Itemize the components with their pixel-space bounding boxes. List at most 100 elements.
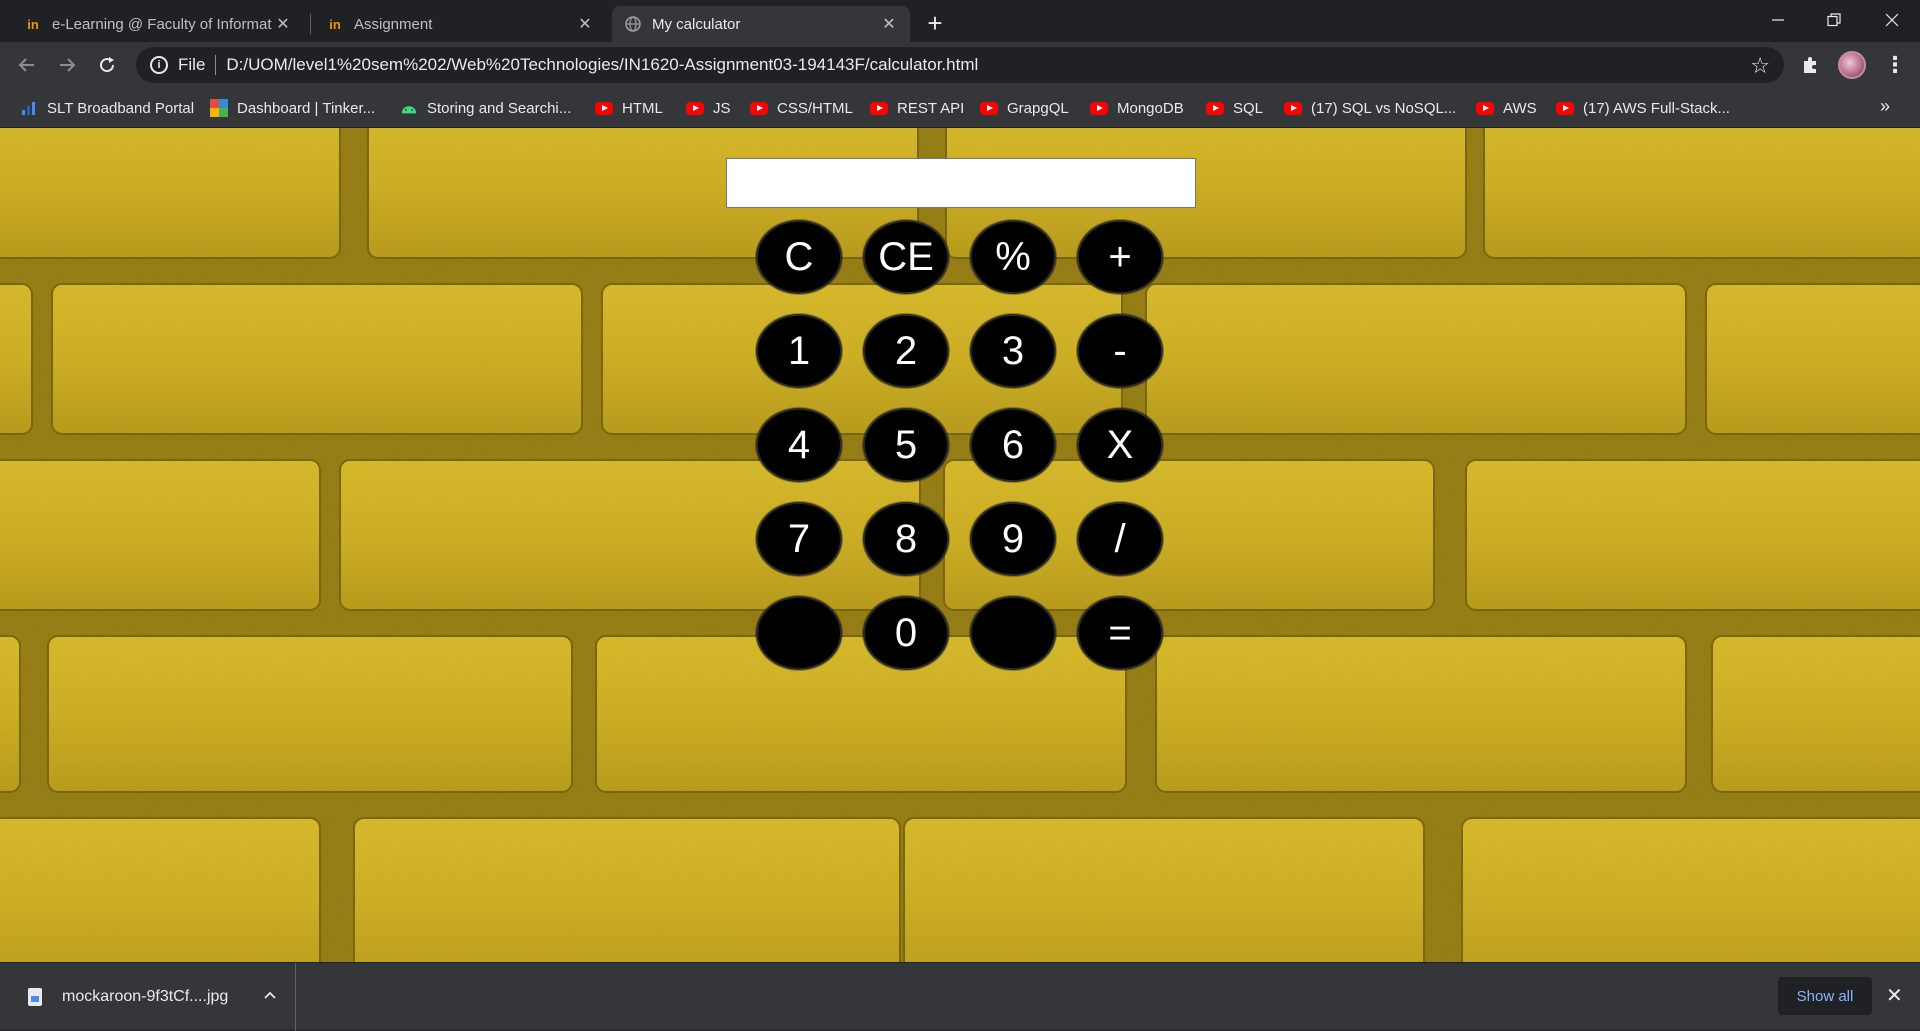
youtube-icon — [1476, 100, 1494, 116]
key-clear[interactable]: C — [756, 220, 842, 294]
bookmark-label: SQL — [1233, 99, 1264, 117]
youtube-icon — [870, 100, 888, 116]
bookmark-aws-full-stack[interactable]: (17) AWS Full-Stack... — [1556, 96, 1730, 120]
youtube-icon — [1556, 100, 1574, 116]
bookmark-sql[interactable]: SQL — [1206, 96, 1263, 120]
yellow-brick-wall-background — [0, 128, 1920, 962]
bookmark-mongodb[interactable]: MongoDB — [1090, 96, 1184, 120]
bookmark-label: SLT Broadband Portal — [47, 99, 195, 117]
image-file-icon — [28, 988, 42, 1006]
show-all-button[interactable]: Show all — [1778, 977, 1872, 1015]
bookmark-sql-vs-nosql[interactable]: (17) SQL vs NoSQL... — [1284, 96, 1456, 120]
bookmark-label: (17) SQL vs NoSQL... — [1311, 99, 1457, 117]
bookmark-label: AWS — [1503, 99, 1537, 117]
bookmark-rest-api[interactable]: REST API — [870, 96, 964, 120]
youtube-icon — [1206, 100, 1224, 116]
page-viewport: C CE % + 1 2 3 - 4 5 6 X 7 8 9 / 0 = — [0, 128, 1920, 962]
address-bar[interactable]: i File D:/UOM/level1%20sem%202/Web%20Tec… — [136, 47, 1784, 83]
restore-icon[interactable] — [1806, 0, 1862, 40]
reload-icon[interactable] — [92, 50, 122, 80]
key-equals[interactable]: = — [1077, 596, 1163, 670]
in-logo-icon: in — [329, 16, 341, 32]
key-plus[interactable]: + — [1077, 220, 1163, 294]
key-2[interactable]: 2 — [863, 314, 949, 388]
bookmark-storing[interactable]: Storing and Searchi... — [400, 96, 571, 120]
bookmark-label: JS — [713, 99, 731, 117]
key-6[interactable]: 6 — [970, 408, 1056, 482]
calculator-display[interactable] — [726, 158, 1196, 208]
close-icon[interactable]: ✕ — [880, 15, 898, 33]
key-blank-left[interactable] — [756, 596, 842, 670]
youtube-icon — [1284, 100, 1302, 116]
url-scheme: File — [178, 55, 206, 74]
key-9[interactable]: 9 — [970, 502, 1056, 576]
url-text[interactable]: D:/UOM/level1%20sem%202/Web%20Technologi… — [226, 55, 978, 75]
close-icon[interactable]: ✕ — [274, 15, 292, 33]
slt-icon — [20, 100, 38, 116]
star-icon[interactable]: ☆ — [1750, 53, 1770, 79]
tab-strip: in e-Learning @ Faculty of Informat ✕ in… — [0, 0, 1920, 42]
key-blank-right[interactable] — [970, 596, 1056, 670]
youtube-icon — [1090, 100, 1108, 116]
youtube-icon — [595, 100, 613, 116]
bookmark-label: HTML — [622, 99, 663, 117]
tab-assignment[interactable]: in Assignment ✕ — [314, 6, 606, 42]
bookmark-label: MongoDB — [1117, 99, 1184, 117]
bookmark-label: CSS/HTML — [777, 99, 853, 117]
download-item[interactable]: mockaroon-9f3tCf....jpg — [0, 963, 296, 1031]
new-tab-button[interactable]: + — [920, 8, 950, 38]
key-divide[interactable]: / — [1077, 502, 1163, 576]
tab-title: e-Learning @ Faculty of Informat — [52, 15, 272, 33]
close-icon[interactable]: ✕ — [1886, 983, 1903, 1008]
key-3[interactable]: 3 — [970, 314, 1056, 388]
in-logo-icon: in — [27, 16, 39, 32]
tab-my-calculator[interactable]: My calculator ✕ — [612, 6, 910, 42]
youtube-icon — [686, 100, 704, 116]
download-shelf: mockaroon-9f3tCf....jpg Show all ✕ — [0, 962, 1920, 1031]
bookmark-label: (17) AWS Full-Stack... — [1583, 99, 1730, 117]
bookmark-slt[interactable]: SLT Broadband Portal — [20, 96, 194, 120]
info-icon[interactable]: i — [150, 56, 168, 74]
key-minus[interactable]: - — [1077, 314, 1163, 388]
bookmark-label: Dashboard | Tinker... — [237, 99, 376, 117]
bookmark-html[interactable]: HTML — [595, 96, 663, 120]
chevron-up-icon[interactable] — [263, 987, 277, 1005]
android-icon — [400, 100, 418, 116]
forward-arrow-icon[interactable] — [52, 50, 82, 80]
tab-elearning[interactable]: in e-Learning @ Faculty of Informat ✕ — [12, 6, 304, 42]
kebab-menu-icon[interactable]: ⋮ — [1880, 50, 1910, 80]
puzzle-extension-icon[interactable] — [1796, 50, 1826, 80]
key-clear-entry[interactable]: CE — [863, 220, 949, 294]
close-window-icon[interactable] — [1864, 0, 1920, 40]
bookmark-tinkercad[interactable]: Dashboard | Tinker... — [210, 96, 375, 120]
browser-toolbar: i File D:/UOM/level1%20sem%202/Web%20Tec… — [0, 42, 1920, 88]
bookmark-js[interactable]: JS — [686, 96, 731, 120]
key-4[interactable]: 4 — [756, 408, 842, 482]
youtube-icon — [980, 100, 998, 116]
bookmark-css-html[interactable]: CSS/HTML — [750, 96, 853, 120]
key-7[interactable]: 7 — [756, 502, 842, 576]
tab-separator — [310, 14, 311, 34]
globe-icon — [624, 15, 642, 33]
profile-avatar[interactable] — [1838, 51, 1866, 79]
key-5[interactable]: 5 — [863, 408, 949, 482]
tab-title: My calculator — [652, 15, 741, 33]
youtube-icon — [750, 100, 768, 116]
bookmark-label: Storing and Searchi... — [427, 99, 572, 117]
omnibox-divider — [215, 55, 217, 75]
key-0[interactable]: 0 — [863, 596, 949, 670]
key-1[interactable]: 1 — [756, 314, 842, 388]
key-multiply[interactable]: X — [1077, 408, 1163, 482]
close-icon[interactable]: ✕ — [576, 15, 594, 33]
tab-title: Assignment — [354, 15, 433, 33]
bookmarks-bar: SLT Broadband Portal Dashboard | Tinker.… — [0, 88, 1920, 128]
download-file-name: mockaroon-9f3tCf....jpg — [62, 988, 229, 1005]
bookmarks-overflow-chevron-icon[interactable]: » — [1880, 96, 1890, 117]
key-percent[interactable]: % — [970, 220, 1056, 294]
bookmark-aws[interactable]: AWS — [1476, 96, 1537, 120]
bookmark-graphql[interactable]: GrapgQL — [980, 96, 1069, 120]
back-arrow-icon[interactable] — [12, 50, 42, 80]
key-8[interactable]: 8 — [863, 502, 949, 576]
minimize-icon[interactable] — [1750, 0, 1806, 40]
bookmark-label: GrapgQL — [1007, 99, 1069, 117]
